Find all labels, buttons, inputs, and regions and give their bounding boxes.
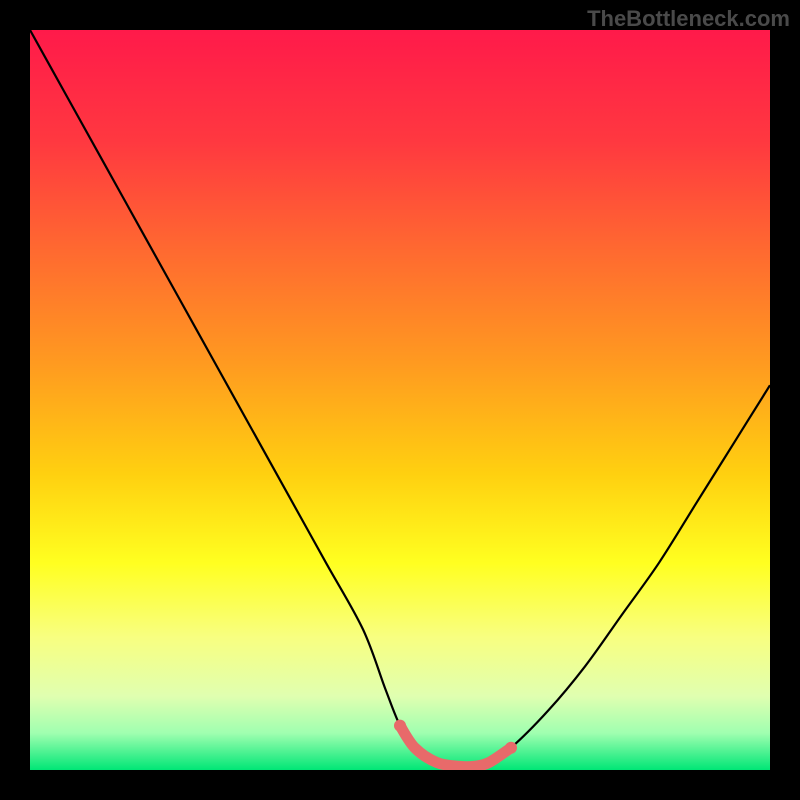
chart-container: TheBottleneck.com (0, 0, 800, 800)
curve-layer (30, 30, 770, 770)
optimal-zone-highlight (400, 726, 511, 767)
plot-area (30, 30, 770, 770)
highlight-dot-right (505, 742, 517, 754)
watermark-text: TheBottleneck.com (587, 6, 790, 32)
bottleneck-curve (30, 30, 770, 767)
highlight-dot-left (394, 720, 406, 732)
